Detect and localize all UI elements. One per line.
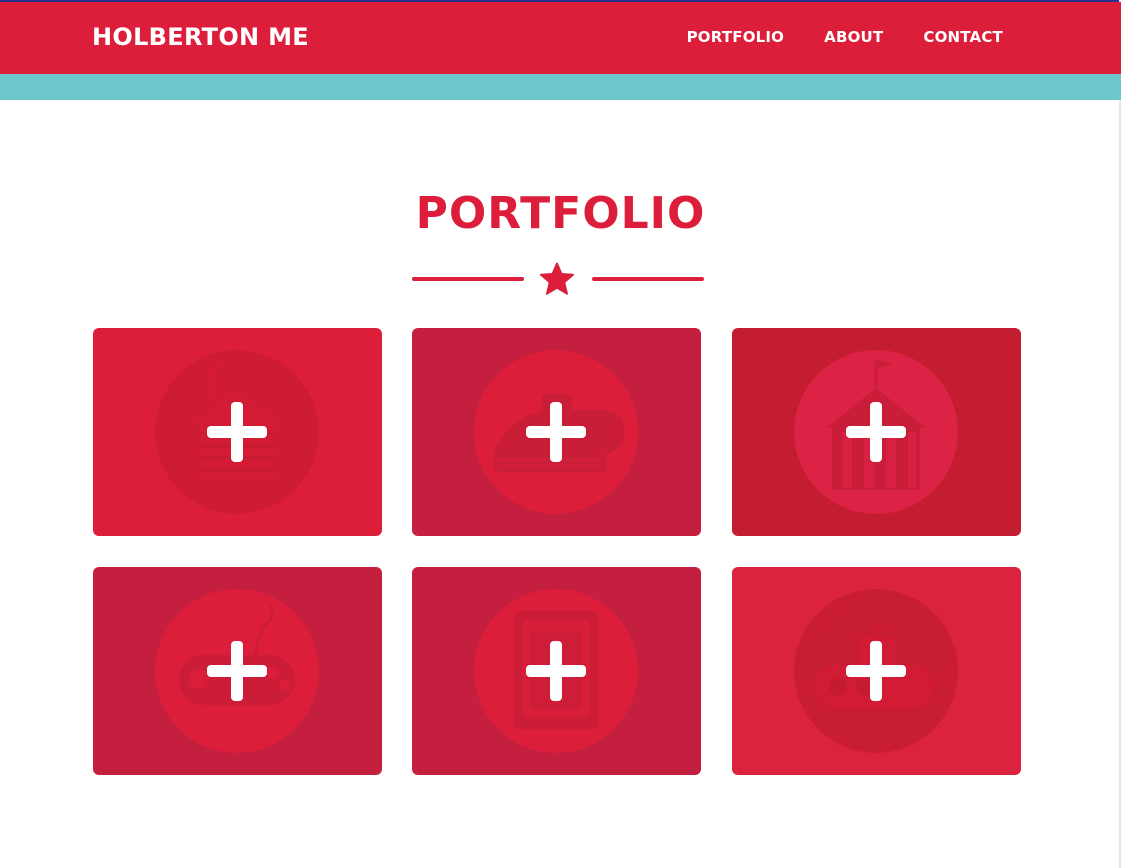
star-icon (540, 262, 574, 295)
plus-icon[interactable] (844, 400, 908, 464)
accent-stripe (0, 74, 1121, 100)
plus-icon[interactable] (524, 400, 588, 464)
plus-icon[interactable] (524, 639, 588, 703)
nav-link-contact[interactable]: CONTACT (923, 28, 1003, 46)
nav-link-about[interactable]: ABOUT (824, 28, 883, 46)
portfolio-item-cabin[interactable] (93, 328, 382, 536)
brand-link[interactable]: HOLBERTON ME (92, 23, 309, 51)
heading-divider (412, 262, 704, 298)
divider-line-left (412, 277, 524, 281)
plus-icon[interactable] (205, 400, 269, 464)
navbar: HOLBERTON ME PORTFOLIO ABOUT CONTACT (0, 2, 1121, 74)
portfolio-item-submarine[interactable] (732, 567, 1021, 775)
portfolio-item-circus-tent[interactable] (732, 328, 1021, 536)
portfolio-item-safe[interactable] (412, 567, 701, 775)
nav-link-portfolio[interactable]: PORTFOLIO (687, 28, 785, 46)
portfolio-heading: PORTFOLIO (415, 188, 706, 239)
divider-line-right (592, 277, 704, 281)
portfolio-item-cake[interactable] (412, 328, 701, 536)
plus-icon[interactable] (205, 639, 269, 703)
nav-links: PORTFOLIO ABOUT CONTACT (687, 28, 1003, 46)
portfolio-item-game-controller[interactable] (93, 567, 382, 775)
plus-icon[interactable] (844, 639, 908, 703)
